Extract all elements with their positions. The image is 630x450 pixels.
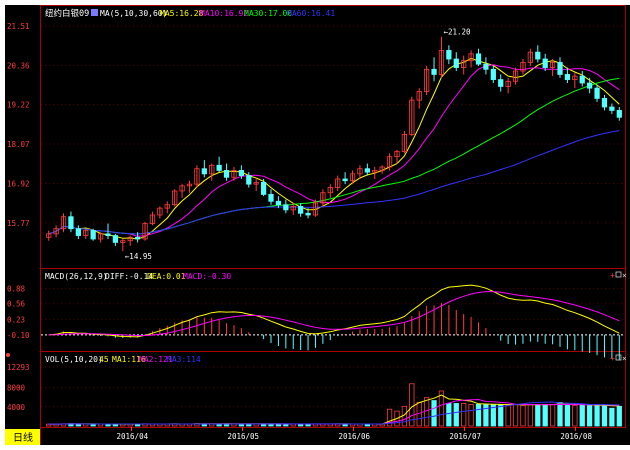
volume-bar <box>609 407 615 427</box>
candle-body <box>112 235 119 243</box>
volume-bar <box>594 404 600 427</box>
candle-body <box>260 182 267 195</box>
ma-settings-icon[interactable] <box>91 9 98 16</box>
volume-bar <box>475 404 482 427</box>
candle-body <box>135 236 141 240</box>
volume-tick-label: 8000 <box>7 384 26 393</box>
volume-add-icon[interactable]: + <box>610 354 615 363</box>
price-tick-label: 19.22 <box>7 101 30 110</box>
macd-tick-label: 0.56 <box>7 300 26 309</box>
macd-tick-label: -0.10 <box>7 331 30 340</box>
volume-bar <box>616 405 622 427</box>
chart-window: 21.51 20.36 19.22 18.07 16.92 15.77 ←14.95 ←21… <box>0 0 630 450</box>
price-extreme-label: ←14.95 <box>125 252 152 261</box>
candle-body <box>283 204 289 211</box>
chart-background <box>5 5 630 445</box>
candle-body <box>535 51 541 60</box>
candle-body <box>364 168 370 173</box>
ma-label: MA(5,10,30,60) <box>100 9 167 18</box>
volume-bar <box>446 403 452 427</box>
macd-close-icon[interactable]: × <box>622 271 627 280</box>
candle-body <box>246 175 252 185</box>
volume-tick-label: 4000 <box>7 403 26 412</box>
x-tick-label: 2016/06 <box>338 432 370 441</box>
volume-bar <box>587 404 593 427</box>
macd-tick-label: 0.23 <box>7 315 25 324</box>
stock-chart: 21.51 20.36 19.22 18.07 16.92 15.77 ←14.95 ←21… <box>5 5 630 445</box>
macd-value: MACD:-0.30 <box>183 272 231 281</box>
x-tick-label: 2016/07 <box>449 432 481 441</box>
macd-dea-value: DEA:0.01 <box>147 272 186 281</box>
candle-body <box>223 170 230 178</box>
volume-label: VOL(5,10,20) <box>45 355 103 364</box>
volume-bar <box>542 404 548 427</box>
candle-body <box>105 233 111 236</box>
candle-body <box>342 178 348 182</box>
candle-body <box>68 216 74 230</box>
volume-close-icon[interactable]: × <box>622 354 627 363</box>
candle-body <box>475 53 482 65</box>
volume-bar <box>498 404 504 427</box>
candle-body <box>201 168 207 175</box>
macd-tick-label: 0.88 <box>7 285 26 294</box>
volume-tick-label: 12293 <box>7 363 30 372</box>
volume-bar <box>453 403 459 427</box>
ma30-value: MA30:17.06 <box>244 9 292 18</box>
candle-body <box>238 170 244 176</box>
candle-body <box>453 58 459 68</box>
price-tick-label: 20.36 <box>7 62 30 71</box>
candle-body <box>275 200 282 206</box>
volume-bar <box>535 404 541 427</box>
macd-label: MACD(26,12,9) <box>45 272 108 281</box>
candle-body <box>564 74 571 80</box>
volume-value: 45 <box>99 355 109 364</box>
candle-body <box>616 110 622 118</box>
volume-bar <box>431 400 437 427</box>
candle-body <box>490 68 496 80</box>
volume-bar <box>483 404 489 427</box>
price-tick-label: 16.92 <box>7 179 30 188</box>
symbol-label: 纽约白银09 <box>45 8 89 19</box>
candle-body <box>90 230 96 240</box>
candle-body <box>609 106 615 111</box>
period-label: 日线 <box>13 431 33 444</box>
volume-bar <box>564 404 571 427</box>
candle-body <box>75 228 81 236</box>
volume-bar <box>579 404 585 427</box>
candle-body <box>298 206 304 214</box>
volume-bar <box>601 404 608 427</box>
candle-body <box>498 79 504 87</box>
candle-body <box>601 98 608 108</box>
candle-body <box>431 68 437 75</box>
volume-bar <box>557 402 563 427</box>
candle-body <box>216 164 222 171</box>
x-tick-label: 2016/08 <box>560 432 592 441</box>
ma5-value: MA5:16.28 <box>160 9 204 18</box>
price-extreme-label: ←21.20 <box>443 28 471 37</box>
candle-body <box>446 50 452 60</box>
macd-add-icon[interactable]: + <box>610 271 615 280</box>
x-tick-label: 2016/05 <box>227 432 259 441</box>
candle-body <box>594 87 600 99</box>
candle-body <box>268 194 274 202</box>
ma60-value: MA60:16.41 <box>287 9 335 18</box>
price-tick-label: 15.77 <box>7 219 30 228</box>
candle-body <box>305 212 311 216</box>
candle-body <box>542 58 548 68</box>
price-tick-label: 18.07 <box>7 140 30 149</box>
candle-body <box>587 82 593 89</box>
x-tick-label: 2016/04 <box>117 432 149 441</box>
ma10-value: MA10:16.92 <box>200 9 248 18</box>
volume-ma3: MA3:114 <box>167 355 201 364</box>
candle-body <box>557 62 563 75</box>
volume-indicator-icon[interactable] <box>6 353 10 357</box>
price-tick-label: 21.51 <box>7 22 30 31</box>
candle-body <box>483 63 489 70</box>
candle-body <box>579 75 585 84</box>
